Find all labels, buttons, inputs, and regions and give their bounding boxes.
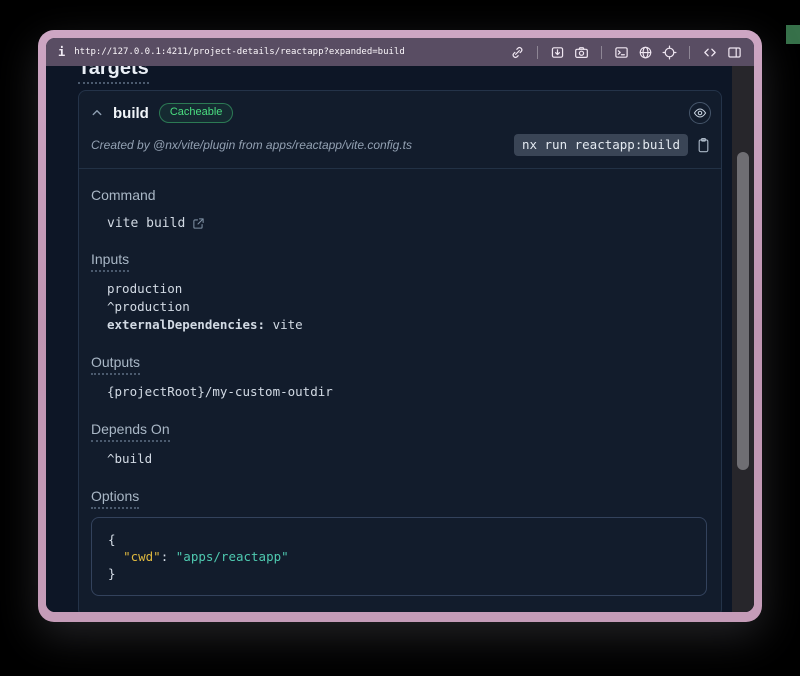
config-item: ^build [107, 450, 707, 468]
options-heading: Options [91, 488, 707, 504]
clipboard-icon [696, 137, 711, 154]
target-icon[interactable] [662, 45, 677, 60]
link-icon[interactable] [510, 45, 525, 60]
outputs-list: {projectRoot}/my-custom-outdir [91, 383, 707, 401]
download-box-icon[interactable] [550, 45, 565, 60]
config-item: production [107, 280, 707, 298]
page-viewport: Targets build Cacheable [46, 66, 732, 612]
split-view-icon[interactable] [727, 45, 742, 60]
config-item: externalDependencies: vite [107, 316, 707, 334]
toolbar-separator [689, 46, 690, 59]
page-content-area: Targets build Cacheable [46, 66, 754, 612]
page-title: Targets [78, 66, 722, 80]
target-name: build [113, 105, 149, 122]
command-value-row: vite build [107, 216, 707, 231]
inputs-heading: Inputs [91, 251, 707, 267]
code-line: "cwd": "apps/reactapp" [108, 548, 690, 565]
toolbar-separator [537, 46, 538, 59]
view-target-button[interactable] [689, 102, 711, 124]
toolbar-actions [510, 45, 742, 60]
command-value: vite build [107, 216, 185, 231]
info-icon: i [58, 45, 65, 59]
camera-icon[interactable] [574, 45, 589, 60]
scroll-content: Targets build Cacheable [78, 66, 722, 612]
scrollbar-track[interactable] [732, 66, 754, 612]
outputs-heading: Outputs [91, 354, 707, 370]
background-artifact [786, 25, 800, 44]
browser-window-inner: i http://127.0.0.1:4211/project-details/… [46, 38, 754, 612]
terminal-icon[interactable] [614, 45, 629, 60]
run-command-chip: nx run reactapp:build [514, 134, 688, 156]
inputs-list: production^productionexternalDependencie… [91, 280, 707, 334]
config-item: ^production [107, 298, 707, 316]
target-card-build: build Cacheable Created by @nx/vite/plug… [78, 90, 722, 612]
code-icon[interactable] [702, 45, 718, 60]
target-created-row: Created by @nx/vite/plugin from apps/rea… [79, 132, 721, 169]
copy-command-button[interactable] [696, 137, 711, 154]
cacheable-badge: Cacheable [159, 103, 234, 123]
toolbar-separator [601, 46, 602, 59]
created-by-text: Created by @nx/vite/plugin from apps/rea… [91, 138, 412, 152]
options-code-block: { "cwd": "apps/reactapp"} [91, 517, 707, 596]
target-header-build[interactable]: build Cacheable [79, 91, 721, 132]
address-bar[interactable]: http://127.0.0.1:4211/project-details/re… [74, 47, 405, 57]
depends-on-list: ^build [91, 450, 707, 468]
depends-on-heading: Depends On [91, 421, 707, 437]
target-details-build: Command vite build Inputs production^pro… [79, 169, 721, 612]
code-line: } [108, 565, 690, 582]
chevron-up-icon[interactable] [91, 107, 103, 119]
config-item: {projectRoot}/my-custom-outdir [107, 383, 707, 401]
code-line: { [108, 531, 690, 548]
external-link-icon[interactable] [192, 217, 205, 230]
browser-toolbar: i http://127.0.0.1:4211/project-details/… [46, 38, 754, 66]
command-heading: Command [91, 187, 707, 203]
browser-window: i http://127.0.0.1:4211/project-details/… [38, 30, 762, 622]
scrollbar-thumb[interactable] [737, 152, 749, 470]
eye-icon [693, 106, 707, 120]
config-item-key: externalDependencies: [107, 317, 265, 332]
globe-icon[interactable] [638, 45, 653, 60]
